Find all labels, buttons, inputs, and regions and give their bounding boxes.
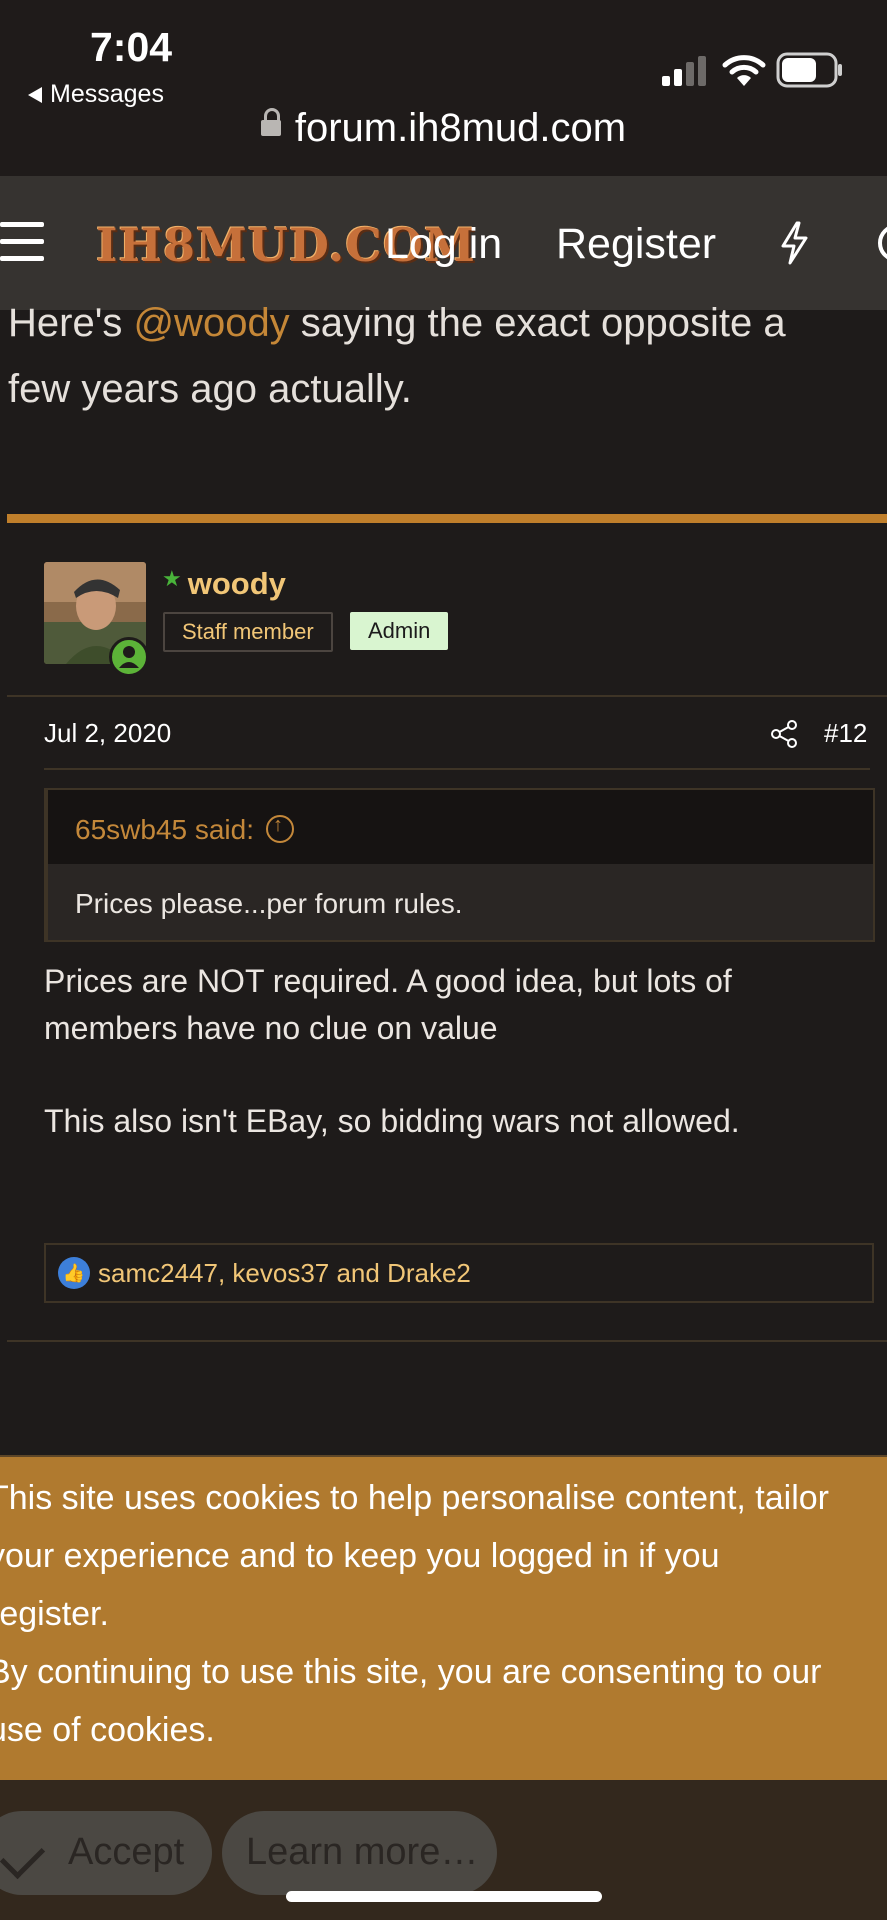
cookie-notice-text: This site uses cookies to help personali… [0,1479,830,1749]
share-icon[interactable] [769,719,799,749]
battery-icon [776,52,842,88]
cookie-notice: This site uses cookies to help personali… [0,1455,887,1782]
address-bar[interactable]: forum.ih8mud.com [0,106,887,151]
post-body-paragraph: This also isn't EBay, so bidding wars no… [44,1103,740,1139]
back-to-messages[interactable]: Messages [28,80,164,109]
post-date[interactable]: Jul 2, 2020 [44,718,171,749]
staff-member-badge: Staff member [163,612,333,652]
user-mention[interactable]: @woody [133,301,289,345]
register-link[interactable]: Register [556,220,716,269]
post-username[interactable]: ★ woody [162,566,286,602]
post-number-link[interactable]: #12 [824,718,867,749]
quote-author-link[interactable]: 65swb45 said: [75,814,295,846]
back-label: Messages [50,80,164,108]
accept-cookies-button[interactable]: Accept [0,1811,212,1895]
reactions-bar[interactable]: 👍 samc2447, kevos37 and Drake2 [44,1243,874,1303]
reaction-users[interactable]: samc2447, kevos37 and Drake2 [98,1258,471,1289]
online-status-icon [109,637,149,677]
star-icon: ★ [162,566,182,591]
learn-more-button[interactable]: Learn more… [222,1811,497,1895]
login-link[interactable]: Log in [385,220,502,269]
quote-text: Prices please...per forum rules. [75,888,463,919]
divider [7,1340,887,1342]
post-divider [7,514,887,523]
check-icon [0,1833,46,1880]
menu-icon[interactable] [0,222,44,264]
wifi-icon [722,55,766,86]
like-icon: 👍 [58,1257,90,1289]
status-time: 7:04 [90,24,173,70]
jump-to-quote-icon[interactable] [266,814,295,843]
admin-badge: Admin [350,612,449,650]
divider [7,695,887,697]
quote-block: 65swb45 said: Prices please...per forum … [44,788,875,942]
previous-post-text: Here's @woody saying the exact opposite … [8,301,786,411]
divider [44,768,870,770]
back-arrow-icon [28,87,42,104]
quote-header: 65swb45 said: [48,790,873,864]
post-body-paragraph: Prices are NOT required. A good idea, bu… [44,963,732,1046]
whats-new-bolt-icon[interactable] [777,220,811,266]
home-indicator[interactable] [286,1891,602,1902]
url-text: forum.ih8mud.com [294,106,627,150]
lock-icon [260,108,281,137]
cellular-signal-icon [662,56,706,86]
